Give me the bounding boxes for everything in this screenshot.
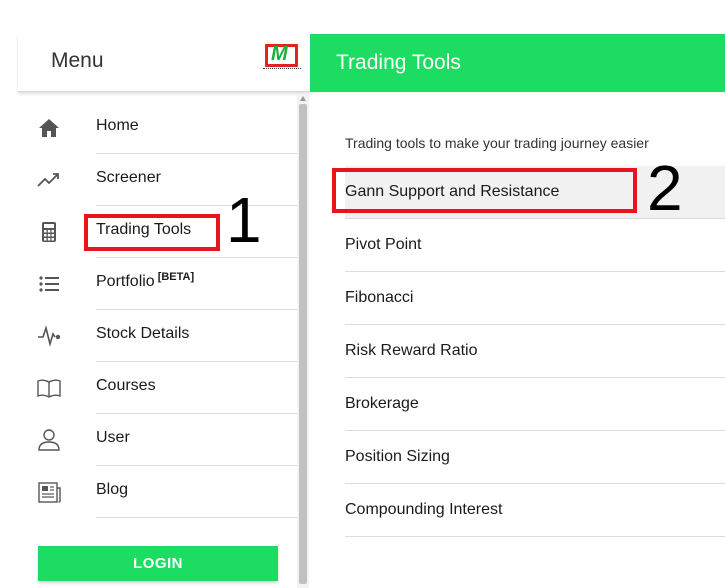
sidebar: Menu M Home Screener Trading Tools Portf… xyxy=(18,34,310,588)
tool-fibonacci[interactable]: Fibonacci xyxy=(345,272,725,325)
divider xyxy=(345,536,725,537)
sidebar-item-stock-details[interactable]: Stock Details xyxy=(18,310,297,362)
newspaper-icon xyxy=(38,482,61,503)
sidebar-item-courses[interactable]: Courses xyxy=(18,362,297,414)
book-icon xyxy=(37,379,61,398)
sidebar-item-blog[interactable]: Blog xyxy=(18,466,297,518)
tool-compounding-interest[interactable]: Compounding Interest xyxy=(345,484,725,537)
page: Menu M Home Screener Trading Tools Portf… xyxy=(0,0,725,588)
scroll-up-arrow-icon[interactable] xyxy=(300,96,306,101)
tool-label: Risk Reward Ratio xyxy=(345,342,478,359)
sidebar-item-label: Home xyxy=(96,117,139,134)
sidebar-item-home[interactable]: Home xyxy=(18,102,297,154)
step-marker-1: 1 xyxy=(226,184,262,256)
sidebar-item-label: Screener xyxy=(96,169,161,186)
tool-brokerage[interactable]: Brokerage xyxy=(345,378,725,431)
sidebar-item-label: Portfolio [BETA] xyxy=(96,271,195,291)
brand-logo[interactable]: M xyxy=(263,43,301,74)
sidebar-item-label: User xyxy=(96,429,130,446)
logo-letter: M xyxy=(271,43,288,65)
calculator-icon xyxy=(42,222,56,242)
sidebar-item-label: Blog xyxy=(96,481,129,498)
tool-position-sizing[interactable]: Position Sizing xyxy=(345,431,725,484)
highlight-box-2 xyxy=(332,168,637,213)
pulse-icon xyxy=(38,325,61,348)
beta-badge: [BETA] xyxy=(157,271,195,283)
topbar: Trading Tools xyxy=(310,34,725,92)
scrollbar-thumb[interactable] xyxy=(299,104,307,584)
tool-pivot-point[interactable]: Pivot Point xyxy=(345,219,725,272)
sidebar-item-label: Stock Details xyxy=(96,325,190,342)
sidebar-item-portfolio[interactable]: Portfolio [BETA] xyxy=(18,258,297,310)
highlight-box-1 xyxy=(84,214,220,251)
tool-label: Pivot Point xyxy=(345,236,422,253)
trending-up-icon xyxy=(37,173,59,187)
menu-header: Menu M xyxy=(18,34,310,92)
login-label: LOGIN xyxy=(133,555,183,572)
portfolio-label: Portfolio xyxy=(96,273,155,290)
step-marker-2: 2 xyxy=(647,152,683,224)
tool-label: Fibonacci xyxy=(345,289,414,306)
tool-label: Brokerage xyxy=(345,395,419,412)
page-subtitle: Trading tools to make your trading journ… xyxy=(345,135,649,151)
logo-caption xyxy=(263,68,301,72)
sidebar-item-label: Courses xyxy=(96,377,156,394)
page-title: Trading Tools xyxy=(336,51,461,74)
home-icon xyxy=(39,119,59,137)
sidebar-item-user[interactable]: User xyxy=(18,414,297,466)
tool-label: Compounding Interest xyxy=(345,501,503,518)
login-button[interactable]: LOGIN xyxy=(38,546,278,581)
user-icon xyxy=(38,429,60,451)
divider xyxy=(96,517,297,518)
list-icon xyxy=(39,276,59,292)
menu-title: Menu xyxy=(51,49,104,72)
tool-label: Position Sizing xyxy=(345,448,450,465)
tool-risk-reward-ratio[interactable]: Risk Reward Ratio xyxy=(345,325,725,378)
